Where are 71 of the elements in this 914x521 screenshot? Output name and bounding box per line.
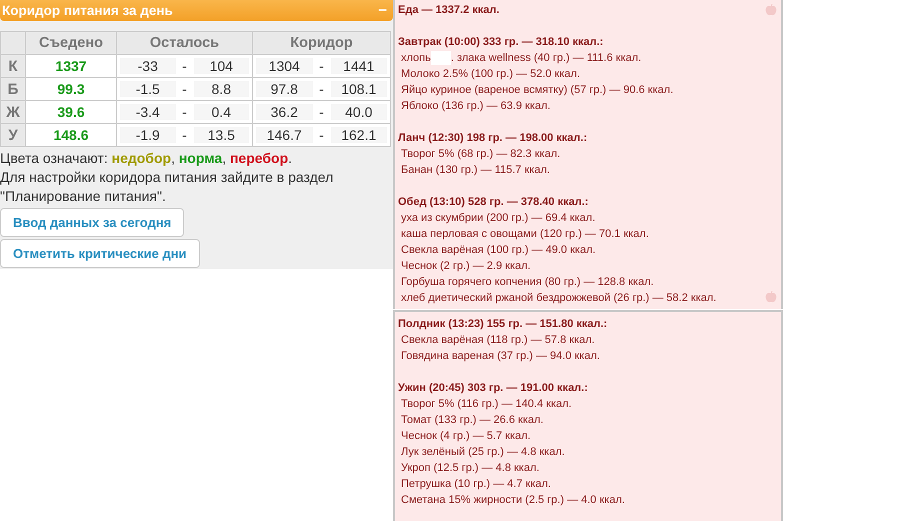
food-item: Свекла варёная (118 гр.) — 57.8 ккал. bbox=[401, 334, 595, 346]
row-label: К bbox=[0, 54, 26, 78]
meal-title: Обед (13:10) 528 гр. — 378.40 ккал.: bbox=[398, 195, 590, 210]
range-dash: - bbox=[181, 58, 188, 74]
range-value: 0.4 bbox=[194, 104, 249, 120]
food-item: уха из скумбрии (200 гр.) — 69.4 ккал. bbox=[401, 212, 596, 224]
range-dash: - bbox=[181, 104, 188, 120]
meal-title: Завтрак (10:00) 333 гр. — 318.10 ккал.: bbox=[398, 35, 604, 50]
food-item: Чеснок (2 гр.) — 2.9 ккал. bbox=[401, 260, 531, 272]
range-value: 8.8 bbox=[194, 81, 249, 97]
food-item: Творог 5% (116 гр.) — 140.4 ккал. bbox=[401, 398, 572, 410]
food-item: Молоко 2.5% (100 гр.) — 52.0 ккал. bbox=[401, 68, 580, 80]
meal-title: Ланч (12:30) 198 гр. — 198.00 ккал.: bbox=[398, 131, 588, 146]
range-value: 36.2 bbox=[256, 104, 312, 120]
range-value: 146.7 bbox=[256, 127, 312, 143]
column-header: Коридор bbox=[252, 32, 390, 54]
meal-title: Ужин (20:45) 303 гр. — 191.00 ккал.: bbox=[398, 381, 589, 396]
meal-title: Полдник (13:23) 155 гр. — 151.80 ккал.: bbox=[398, 317, 608, 332]
food-item: Томат (133 гр.) — 26.6 ккал. bbox=[401, 414, 544, 426]
range-dash: - bbox=[318, 104, 325, 120]
range-value: 162.1 bbox=[330, 127, 387, 143]
food-item: Банан (130 гр.) — 115.7 ккал. bbox=[401, 164, 550, 176]
range-value: 97.8 bbox=[256, 81, 312, 97]
food-item: хлеб диетический ржаной бездрожжевой (26 гр.) — 58.2 ккал. bbox=[401, 292, 716, 304]
action-button[interactable]: Ввод данных за сегодня bbox=[0, 208, 184, 237]
food-item: Петрушка (10 гр.) — 4.7 ккал. bbox=[401, 478, 551, 490]
food-item: хлопь bbox=[401, 52, 431, 64]
range-value: -1.5 bbox=[120, 81, 176, 97]
day-total: Еда — 1337.2 ккал. bbox=[398, 3, 500, 18]
food-item: Творог 5% (68 гр.) — 82.3 ккал. bbox=[401, 148, 560, 160]
food-item: Яблоко (136 гр.) — 63.9 ккал. bbox=[401, 100, 550, 112]
row-label: У bbox=[0, 124, 26, 146]
food-item: Говядина вареная (37 гр.) — 94.0 ккал. bbox=[401, 350, 600, 362]
food-item: . злака wellness (40 гр.) — 111.6 ккал. bbox=[450, 52, 642, 64]
food-item: Свекла варёная (100 гр.) — 49.0 ккал. bbox=[401, 244, 596, 256]
eaten-value: 1337 bbox=[26, 54, 116, 78]
range-dash: - bbox=[318, 58, 325, 74]
range-value: 108.1 bbox=[330, 81, 387, 97]
range-value: 1441 bbox=[330, 58, 387, 74]
food-item: Лук зелёный (25 гр.) — 4.8 ккал. bbox=[401, 446, 565, 458]
range-value: -33 bbox=[120, 58, 176, 74]
settings-hint: Для настройки коридора питания зайдите в раздел "Планирование питания". bbox=[0, 168, 334, 206]
eaten-value: 39.6 bbox=[26, 100, 116, 124]
row-label: Ж bbox=[0, 100, 26, 124]
range-value: 13.5 bbox=[194, 127, 249, 143]
eaten-value: 148.6 bbox=[26, 124, 116, 146]
apple-icon bbox=[765, 291, 777, 303]
apple-icon bbox=[765, 4, 777, 16]
eaten-value: 99.3 bbox=[26, 78, 116, 100]
range-value: -3.4 bbox=[120, 104, 176, 120]
range-value: 104 bbox=[194, 58, 249, 74]
panel-title: Коридор питания за день bbox=[2, 3, 173, 18]
range-value: 1304 bbox=[256, 58, 312, 74]
row-label: Б bbox=[0, 78, 26, 100]
range-dash: - bbox=[181, 127, 188, 143]
column-header: Осталось bbox=[116, 32, 252, 54]
color-legend: Цвета означают: недобор, норма, перебор. bbox=[0, 149, 393, 168]
food-item: Чеснок (4 гр.) — 5.7 ккал. bbox=[401, 430, 531, 442]
collapse-button[interactable]: − bbox=[378, 2, 387, 19]
range-dash: - bbox=[318, 127, 325, 143]
range-value: -1.9 bbox=[120, 127, 176, 143]
action-button[interactable]: Отметить критические дни bbox=[0, 239, 200, 268]
food-item: каша перловая с овощами (120 гр.) — 70.1 ккал. bbox=[401, 228, 649, 240]
food-item: Горбуша горячего копчения (80 гр.) — 128.8 ккал. bbox=[401, 276, 654, 288]
food-item: Яйцо куриное (вареное всмятку) (57 гр.) — 90.6 ккал. bbox=[401, 84, 674, 96]
range-dash: - bbox=[181, 81, 188, 97]
food-item: Укроп (12.5 гр.) — 4.8 ккал. bbox=[401, 462, 540, 474]
food-item: Сметана 15% жирности (2.5 гр.) — 4.0 ккал. bbox=[401, 494, 625, 506]
range-value: 40.0 bbox=[330, 104, 387, 120]
column-header: Съедено bbox=[26, 32, 116, 54]
range-dash: - bbox=[318, 81, 325, 97]
